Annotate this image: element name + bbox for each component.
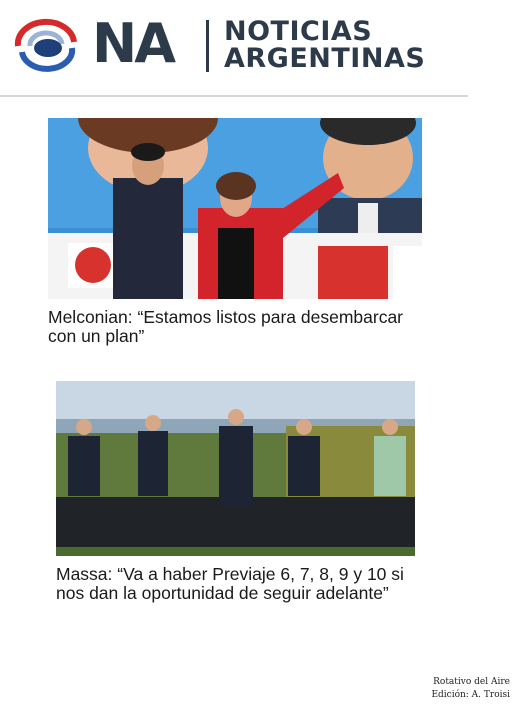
- brand-line-1: NOTICIAS: [224, 16, 373, 47]
- credit-line-1: Rotativo del Aire: [433, 677, 510, 687]
- article-2-headline[interactable]: Massa: “Va a haber Previaje 6, 7, 8, 9 y…: [56, 565, 436, 603]
- article-1-headline[interactable]: Melconian: “Estamos listos para desembar…: [48, 308, 428, 346]
- brand-line-2: ARGENTINAS: [224, 43, 426, 74]
- article-2-photo[interactable]: [56, 381, 415, 556]
- header-divider: [0, 95, 468, 97]
- site-header: NA NOTICIAS ARGENTINAS: [0, 0, 470, 96]
- swirl-logo-icon[interactable]: [14, 18, 78, 74]
- credit-line-2: Edición: A. Troisi: [431, 690, 510, 700]
- logo-text[interactable]: NA: [92, 14, 176, 74]
- credit-footer: Rotativo del Aire Edición: A. Troisi: [431, 676, 510, 702]
- article-1-photo[interactable]: [48, 118, 422, 299]
- logo-separator: [206, 20, 209, 72]
- brand-name[interactable]: NOTICIAS ARGENTINAS: [224, 18, 425, 72]
